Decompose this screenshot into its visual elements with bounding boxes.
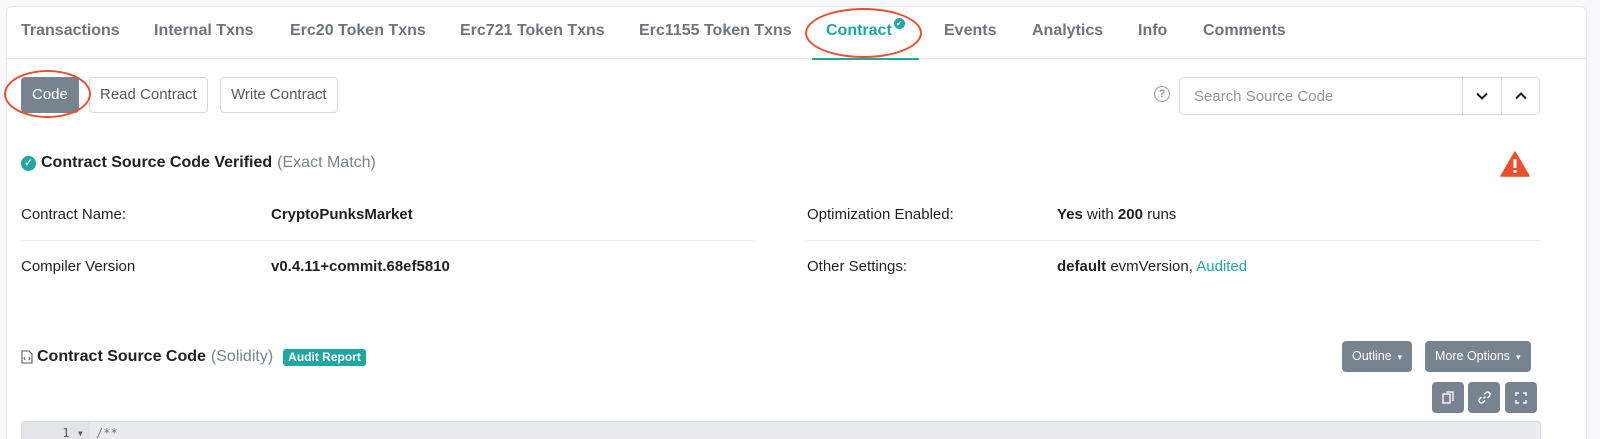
link-icon (1477, 391, 1491, 404)
file-code-icon (21, 350, 33, 364)
tab-comments[interactable]: Comments (1203, 7, 1286, 59)
optimization-label: Optimization Enabled: (807, 206, 954, 223)
search-input[interactable] (1180, 78, 1462, 114)
verified-heading: ✓ Contract Source Code Verified (Exact M… (21, 154, 376, 172)
tab-info[interactable]: Info (1138, 7, 1167, 59)
copy-button[interactable] (1432, 382, 1464, 413)
other-settings-value: default evmVersion, Audited (1057, 258, 1247, 275)
tab-events[interactable]: Events (944, 7, 996, 59)
optimization-yes: Yes (1057, 206, 1083, 223)
compiler-version-value: v0.4.11+commit.68ef5810 (271, 258, 450, 275)
tab-erc721-token-txns[interactable]: Erc721 Token Txns (460, 7, 605, 59)
line-number: 1 (62, 426, 70, 439)
source-code-lang: (Solidity) (210, 348, 274, 365)
more-options-label: More Options (1435, 349, 1511, 363)
read-contract-button[interactable]: Read Contract (89, 77, 208, 113)
optimization-with: with (1087, 206, 1114, 223)
outline-label: Outline (1352, 349, 1392, 363)
compiler-version-label: Compiler Version (21, 258, 136, 275)
other-default: default (1057, 258, 1107, 275)
fullscreen-button[interactable] (1505, 382, 1537, 413)
optimization-runs: 200 (1117, 206, 1143, 223)
source-code-heading: Contract Source Code (Solidity) Audit Re… (21, 348, 366, 366)
help-icon[interactable]: ? (1154, 86, 1170, 102)
tab-contract-label: Contract (826, 22, 892, 39)
search-source-code (1179, 77, 1540, 115)
copy-icon (1442, 391, 1454, 404)
tab-analytics[interactable]: Analytics (1032, 7, 1103, 59)
outline-dropdown-button[interactable]: Outline ▾ (1342, 341, 1413, 372)
other-settings-label: Other Settings: (807, 258, 908, 275)
more-options-dropdown-button[interactable]: More Options ▾ (1425, 341, 1531, 372)
verified-match: (Exact Match) (277, 154, 376, 171)
chevron-up-icon (1515, 92, 1527, 100)
verified-check-icon: ✓ (893, 18, 905, 29)
tab-erc20-token-txns[interactable]: Erc20 Token Txns (290, 7, 426, 59)
caret-down-icon: ▾ (1397, 352, 1403, 362)
source-code-title: Contract Source Code (37, 348, 206, 365)
tab-erc1155-token-txns[interactable]: Erc1155 Token Txns (639, 7, 792, 59)
divider (21, 240, 753, 241)
caret-down-icon: ▾ (1516, 352, 1521, 362)
contract-name-label: Contract Name: (21, 206, 127, 223)
optimization-value: Yes with 200 runs (1057, 206, 1176, 223)
code-editor[interactable]: 1 ▾ /** (21, 421, 1541, 439)
verified-title: Contract Source Code Verified (41, 154, 273, 171)
audit-report-badge[interactable]: Audit Report (283, 348, 366, 366)
expand-icon (1515, 391, 1527, 404)
check-circle-icon: ✓ (21, 155, 36, 171)
tab-internal-txns[interactable]: Internal Txns (154, 7, 254, 59)
code-line: /** (96, 426, 118, 439)
line-gutter: 1 ▾ (22, 422, 90, 439)
chevron-down-icon (1476, 92, 1488, 100)
tab-contract[interactable]: Contract ✓ (812, 7, 919, 60)
divider (807, 240, 1540, 241)
other-evm: evmVersion, (1110, 258, 1193, 275)
contract-name-value: CryptoPunksMarket (271, 206, 413, 223)
warning-icon[interactable] (1500, 151, 1530, 177)
tab-transactions[interactable]: Transactions (21, 7, 120, 59)
permalink-button[interactable] (1468, 382, 1500, 413)
write-contract-button[interactable]: Write Contract (220, 77, 338, 113)
search-prev-button[interactable] (1501, 78, 1539, 114)
search-next-button[interactable] (1462, 78, 1501, 114)
tab-bar: Transactions Internal Txns Erc20 Token T… (7, 7, 1586, 60)
code-button[interactable]: Code (21, 77, 79, 113)
audited-link[interactable]: Audited (1196, 258, 1247, 275)
optimization-runs-suffix: runs (1147, 206, 1177, 223)
contract-card: Transactions Internal Txns Erc20 Token T… (6, 6, 1587, 439)
